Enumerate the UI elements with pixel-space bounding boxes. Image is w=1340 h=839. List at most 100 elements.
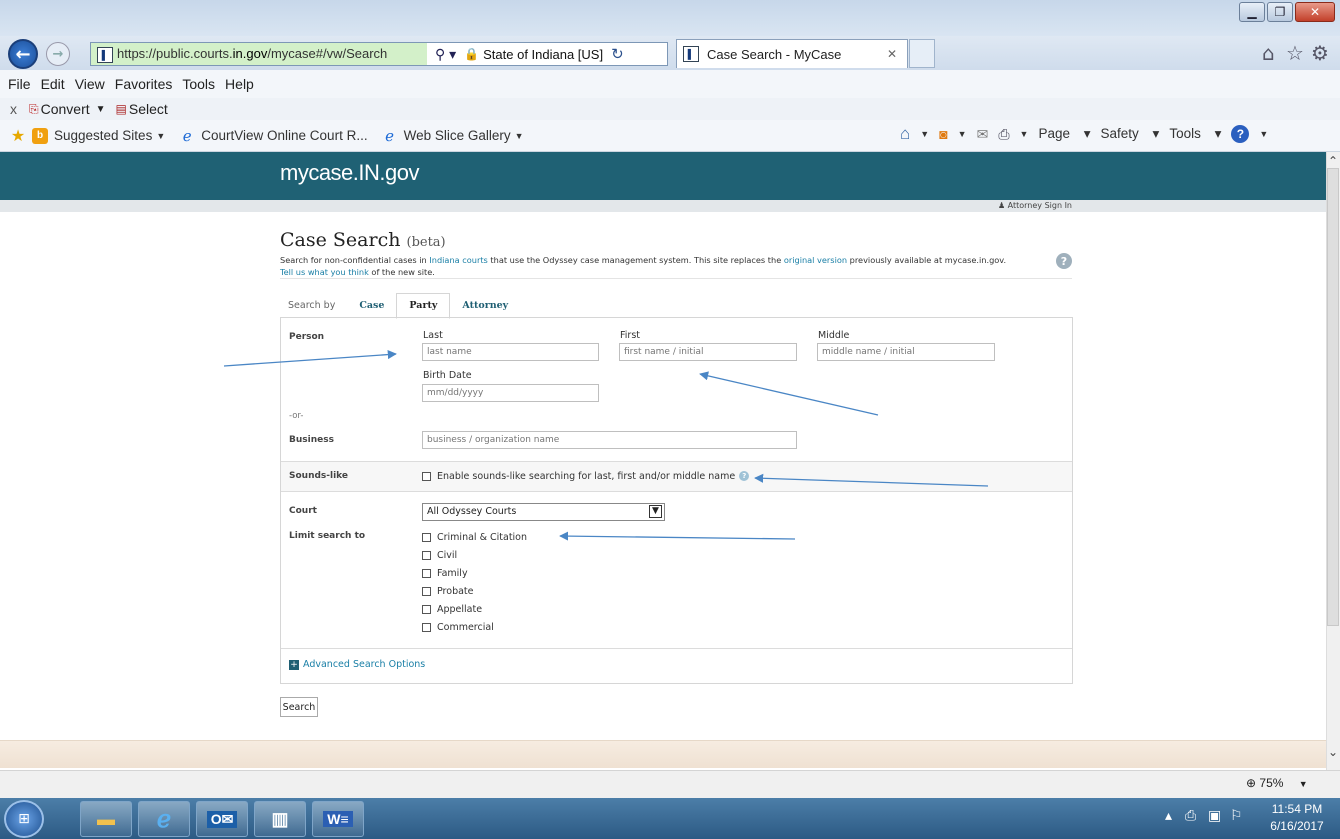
limit-option-criminal[interactable]: Criminal & Citation xyxy=(422,528,527,546)
attorney-signin-link[interactable]: ♟ Attorney Sign In xyxy=(960,200,1072,212)
advanced-search-toggle[interactable]: + Advanced Search Options xyxy=(289,659,425,670)
select-button[interactable]: Select xyxy=(129,101,168,117)
tray-network-icon[interactable]: ▣ xyxy=(1208,808,1221,824)
favorites-star-icon[interactable]: ☆ xyxy=(1286,41,1304,65)
menu-file[interactable]: File xyxy=(8,76,31,92)
taskbar-clock[interactable]: 11:54 PM 6/16/2017 xyxy=(1262,801,1332,835)
scroll-down-icon[interactable]: ⌄ xyxy=(1327,745,1339,759)
clock-time: 11:54 PM xyxy=(1271,802,1323,816)
taskbar-outlook[interactable]: O✉ xyxy=(196,801,248,837)
chevron-down-icon[interactable]: ▼ xyxy=(1259,129,1268,139)
back-button[interactable]: ← xyxy=(8,39,38,69)
tray-flag-icon[interactable]: ⚐ xyxy=(1230,808,1243,824)
checkbox[interactable] xyxy=(422,532,431,542)
restore-button[interactable]: ❐ xyxy=(1267,2,1293,22)
taskbar-internet-explorer[interactable]: ℯ xyxy=(138,801,190,837)
settings-gear-icon[interactable]: ⚙ xyxy=(1311,41,1329,65)
menu-favorites[interactable]: Favorites xyxy=(115,76,173,92)
window-titlebar xyxy=(0,0,1340,36)
limit-option-civil[interactable]: Civil xyxy=(422,546,527,564)
limit-option-commercial[interactable]: Commercial xyxy=(422,618,527,636)
help-question-icon[interactable]: ? xyxy=(1231,125,1250,143)
fav-suggested-sites[interactable]: b Suggested Sites ▼ xyxy=(32,127,165,144)
tray-expand-icon[interactable]: ▴ xyxy=(1165,808,1172,824)
page-footer xyxy=(0,740,1326,768)
help-icon[interactable]: ? xyxy=(739,471,750,481)
menu-view[interactable]: View xyxy=(75,76,105,92)
divider xyxy=(281,648,1072,649)
refresh-icon[interactable]: ↻ xyxy=(611,45,624,63)
zoom-icon: ⊕ xyxy=(1246,776,1257,790)
rss-feed-icon[interactable]: ◙ xyxy=(939,126,947,142)
search-button[interactable]: Search xyxy=(280,697,318,717)
birth-date-input[interactable] xyxy=(422,384,599,402)
start-button[interactable]: ⊞ xyxy=(4,800,44,838)
menu-safety[interactable]: Safety ▾ xyxy=(1101,126,1160,142)
site-identity[interactable]: State of Indiana [US] xyxy=(483,47,603,62)
tray-printer-icon[interactable]: ⎙ xyxy=(1185,808,1196,824)
original-version-link[interactable]: original version xyxy=(784,255,847,265)
chevron-down-icon[interactable]: ▼ xyxy=(649,505,662,518)
pdf-convert-icon: ⎘ xyxy=(29,101,39,116)
new-tab-button[interactable] xyxy=(909,39,935,68)
home-icon[interactable]: ⌂ xyxy=(1262,41,1275,65)
taskbar-explorer[interactable]: ▬ xyxy=(80,801,132,837)
lock-icon[interactable]: 🔒 xyxy=(464,47,479,61)
minimize-button[interactable]: ▁ xyxy=(1239,2,1265,22)
scrollbar-thumb[interactable] xyxy=(1327,168,1339,626)
menu-page[interactable]: Page ▾ xyxy=(1038,126,1090,142)
checkbox[interactable] xyxy=(422,622,431,632)
favorites-star-icon[interactable]: ★ xyxy=(10,128,26,145)
checkbox[interactable] xyxy=(422,568,431,578)
close-icon[interactable]: ✕ xyxy=(887,47,897,61)
zoom-level[interactable]: ⊕ 75% ▼ xyxy=(1246,776,1308,790)
middle-name-input[interactable] xyxy=(817,343,995,361)
last-name-input[interactable] xyxy=(422,343,599,361)
checkbox[interactable] xyxy=(422,586,431,596)
limit-option-family[interactable]: Family xyxy=(422,564,527,582)
tab-party[interactable]: Party xyxy=(396,293,451,319)
user-icon: ♟ xyxy=(997,201,1006,210)
print-icon[interactable]: ⎙ xyxy=(998,126,1009,143)
mail-icon[interactable]: ✉ xyxy=(977,126,989,143)
home-icon[interactable]: ⌂ xyxy=(900,124,910,144)
taskbar-app[interactable]: ▥ xyxy=(254,801,306,837)
tab-attorney[interactable]: Attorney xyxy=(450,300,520,318)
fav-web-slice-gallery[interactable]: ℯ Web Slice Gallery ▼ xyxy=(382,128,523,145)
word-icon: W≡ xyxy=(323,811,353,827)
court-select[interactable]: All Odyssey Courts ▼ xyxy=(422,503,665,521)
chevron-down-icon[interactable]: ▼ xyxy=(958,129,967,139)
indiana-courts-link[interactable]: Indiana courts xyxy=(429,255,487,265)
toolbar-close-icon[interactable]: x xyxy=(10,101,17,117)
address-url[interactable]: ▌ https://public.courts.in.gov/mycase#/vw… xyxy=(91,43,427,65)
convert-button[interactable]: Convert xyxy=(41,101,90,117)
close-button[interactable]: ✕ xyxy=(1295,2,1335,22)
chevron-down-icon[interactable]: ▼ xyxy=(1020,129,1029,139)
sounds-like-option[interactable]: Enable sounds-like searching for last, f… xyxy=(422,467,750,485)
menu-edit[interactable]: Edit xyxy=(41,76,65,92)
dropdown-arrow-icon[interactable]: ▼ xyxy=(96,104,106,115)
chevron-down-icon[interactable]: ▼ xyxy=(920,129,929,139)
help-icon[interactable]: ? xyxy=(1056,253,1072,269)
taskbar-word[interactable]: W≡ xyxy=(312,801,364,837)
first-name-input[interactable] xyxy=(619,343,797,361)
limit-option-probate[interactable]: Probate xyxy=(422,582,527,600)
limit-option-appellate[interactable]: Appellate xyxy=(422,600,527,618)
search-icon[interactable]: ⚲ ▾ xyxy=(435,46,456,63)
select-icon: ▤ xyxy=(115,102,127,116)
forward-button[interactable]: → xyxy=(46,42,70,66)
checkbox[interactable] xyxy=(422,604,431,614)
feedback-link[interactable]: Tell us what you think xyxy=(280,267,369,277)
menu-tools[interactable]: Tools xyxy=(182,76,215,92)
site-logo[interactable]: mycase.IN.gov xyxy=(280,160,420,186)
sounds-like-checkbox[interactable] xyxy=(422,471,431,481)
business-name-input[interactable] xyxy=(422,431,797,449)
scroll-up-icon[interactable]: ⌃ xyxy=(1327,154,1339,168)
menu-tools-cmd[interactable]: Tools ▾ xyxy=(1169,126,1221,142)
tab-case[interactable]: Case xyxy=(347,300,396,318)
menu-help[interactable]: Help xyxy=(225,76,254,92)
address-bar[interactable]: ▌ https://public.courts.in.gov/mycase#/vw… xyxy=(90,42,668,66)
checkbox[interactable] xyxy=(422,550,431,560)
fav-courtview[interactable]: ℯ CourtView Online Court R... xyxy=(179,128,368,145)
tab-case-search[interactable]: ▌ Case Search - MyCase ✕ xyxy=(676,39,908,68)
